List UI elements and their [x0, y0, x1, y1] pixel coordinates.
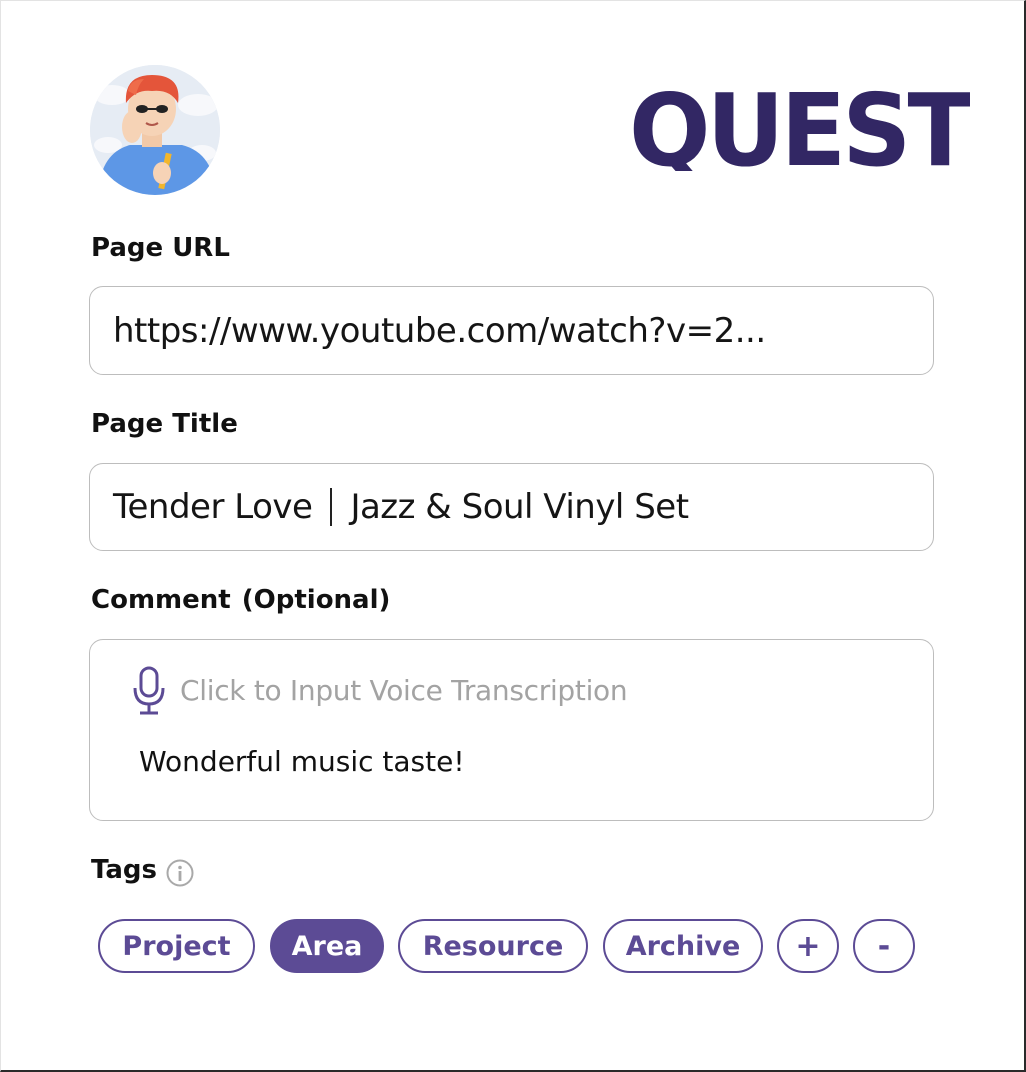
title-separator: [330, 488, 333, 526]
page-title-value: Tender Love Jazz & Soul Vinyl Set: [113, 464, 689, 550]
page-url-value: https://www.youtube.com/watch?v=2...: [113, 310, 766, 351]
quest-panel: QUEST Page URL https://www.youtube.com/w…: [0, 0, 1026, 1072]
tag-archive[interactable]: Archive: [603, 919, 763, 973]
avatar[interactable]: [90, 65, 220, 195]
quest-logo: QUEST: [628, 85, 970, 171]
comment-label: Comment (Optional): [91, 585, 391, 615]
comment-field[interactable]: Click to Input Voice Transcription Wonde…: [89, 639, 934, 821]
tags-row: Project Area Resource Archive + -: [1, 919, 1026, 973]
page-url-label: Page URL: [91, 233, 230, 263]
tags-label: Tags: [91, 855, 158, 885]
info-icon[interactable]: [165, 858, 195, 888]
tag-area[interactable]: Area: [270, 919, 384, 973]
add-tag-button[interactable]: +: [777, 919, 839, 973]
logo-text: QUEST: [629, 85, 970, 171]
page-title-part2: Jazz & Soul Vinyl Set: [350, 487, 689, 527]
remove-tag-button[interactable]: -: [853, 919, 915, 973]
page-title-field[interactable]: Tender Love Jazz & Soul Vinyl Set: [89, 463, 934, 551]
page-title-label: Page Title: [91, 409, 238, 439]
microphone-icon[interactable]: [132, 666, 166, 716]
comment-value: Wonderful music taste!: [139, 745, 465, 778]
tag-project[interactable]: Project: [98, 919, 255, 973]
page-title-part1: Tender Love: [113, 487, 313, 527]
page-url-field[interactable]: https://www.youtube.com/watch?v=2...: [89, 286, 934, 375]
voice-transcription-button[interactable]: Click to Input Voice Transcription: [180, 674, 628, 707]
tag-resource[interactable]: Resource: [398, 919, 588, 973]
